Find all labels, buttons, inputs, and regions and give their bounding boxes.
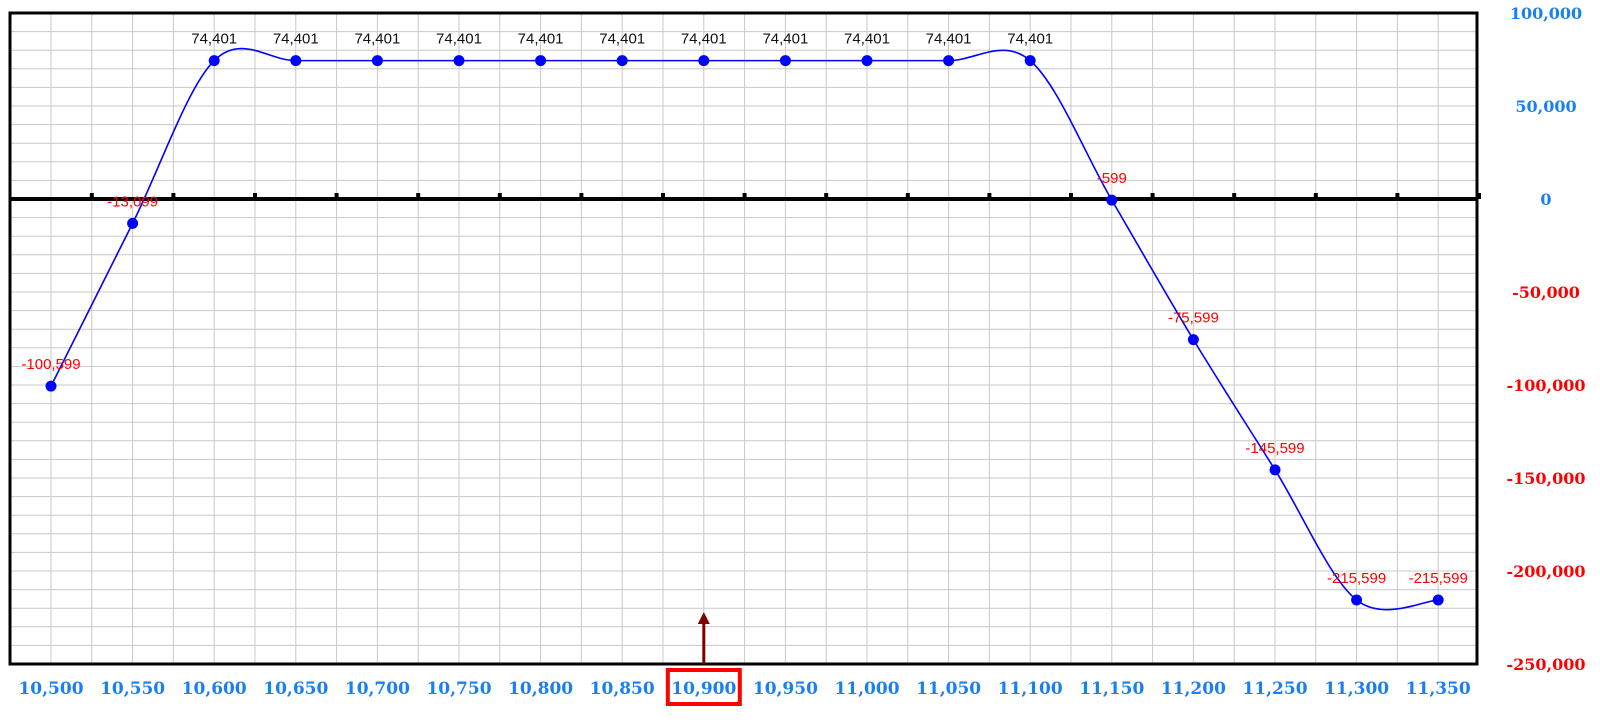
x-tick-label: 11,000 [834,679,899,699]
zero-line-tick [1313,193,1318,199]
x-tick-label: 10,500 [18,679,83,699]
zero-line-tick [253,193,257,199]
data-label: -100,599 [21,356,80,373]
zero-line-tick [661,193,665,199]
payoff-chart: -100,599 -13,099 74,401 74,401 74,401 74,401 7… [8,4,1586,706]
data-point [371,55,383,67]
zero-line-tick [171,193,176,199]
x-axis-tick-labels: 10,500 10,550 10,600 10,650 10,700 10,750 10,8… [18,679,1470,699]
data-label: -145,599 [1245,440,1304,457]
data-point [290,55,302,67]
x-tick-label: 10,950 [753,679,818,699]
zero-line-tick [824,193,829,199]
data-label: -599 [1097,170,1127,187]
y-tick-label: 50,000 [1515,97,1576,116]
data-point [127,217,139,229]
zero-line-tick [1395,193,1400,199]
zero-line-tick [1069,193,1073,199]
x-tick-label: 10,800 [508,679,573,699]
data-label: 74,401 [844,31,890,48]
data-point [698,55,710,67]
x-tick-label: 11,200 [1161,679,1226,699]
zero-line-tick [742,193,747,199]
y-tick-label: 0 [1540,190,1551,209]
x-tick-label: 11,150 [1079,679,1144,699]
zero-line-tick [497,193,502,199]
grid-lines [9,12,1477,665]
x-tick-label: 10,900 [671,679,736,699]
data-point [1187,334,1199,346]
data-label: 74,401 [436,31,482,48]
x-tick-label: 11,050 [916,679,981,699]
data-label: 74,401 [191,31,237,48]
x-tick-label: 10,550 [100,679,165,699]
x-tick-label: 11,300 [1324,679,1389,699]
data-label: -215,599 [1409,570,1468,587]
data-label: 74,401 [354,31,400,48]
data-point [453,55,465,67]
y-axis-tick-labels: 100,000 50,000 0 -50,000 -100,000 -150,000 -20… [1506,4,1585,674]
zero-line-tick [89,193,94,199]
data-label: 74,401 [681,31,727,48]
data-point [208,55,220,67]
data-label: 74,401 [599,31,645,48]
y-tick-label: 100,000 [1510,4,1582,23]
x-tick-label: 10,650 [263,679,328,699]
data-point [779,55,791,67]
data-label: -215,599 [1327,570,1386,587]
data-label: 74,401 [926,31,972,48]
data-point [1106,194,1118,206]
x-tick-label: 10,850 [590,679,655,699]
data-point [1432,594,1444,606]
data-label: -13,099 [107,193,158,210]
data-point [943,55,955,67]
data-point [1351,594,1363,606]
data-label: 74,401 [518,31,564,48]
zero-line-tick [1150,193,1155,199]
x-tick-label: 10,600 [182,679,247,699]
data-label: 74,401 [762,31,808,48]
zero-line-tick [1232,193,1237,199]
x-tick-label: 11,250 [1242,679,1307,699]
data-point [861,55,873,67]
x-tick-label: 11,350 [1406,679,1471,699]
zero-line-tick [416,193,421,199]
data-point [45,380,57,392]
zero-axis-line [10,193,1481,201]
zero-line-tick [905,193,910,199]
data-label: 74,401 [273,31,319,48]
y-tick-label: -150,000 [1506,469,1585,488]
y-tick-label: -250,000 [1506,655,1585,674]
data-label: 74,401 [1007,31,1053,48]
data-point [1269,464,1281,476]
plot-frame [8,11,1479,666]
data-point [1024,55,1036,67]
data-point [616,55,628,67]
data-point [535,55,547,67]
data-label: -75,599 [1168,310,1219,327]
marker-arrow-head [697,612,710,624]
x-tick-label: 11,100 [998,679,1063,699]
y-tick-label: -50,000 [1512,283,1580,302]
y-tick-label: -100,000 [1506,376,1585,395]
zero-line-tick [334,193,339,199]
x-tick-label: 10,700 [345,679,410,699]
zero-line-tick [579,193,584,199]
y-tick-label: -200,000 [1506,562,1585,581]
x-tick-label: 10,750 [426,679,491,699]
zero-line-tick [987,193,992,199]
